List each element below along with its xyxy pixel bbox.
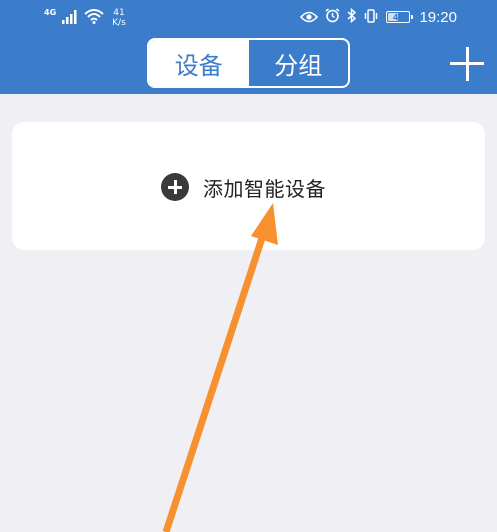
app-header: 4G 41 K/s 43 19:20 设备 分组 (0, 0, 497, 94)
status-bar: 4G 41 K/s 43 19:20 (0, 0, 497, 34)
battery-icon: 43 (386, 11, 414, 23)
tab-groups[interactable]: 分组 (249, 40, 349, 86)
battery-level: 43 (392, 12, 405, 22)
status-bar-left: 4G 41 K/s (44, 5, 126, 31)
network-type-label: 4G (44, 7, 57, 17)
segmented-tabs: 设备 分组 (147, 38, 350, 88)
plus-circle-icon (161, 173, 189, 201)
signal-icon (62, 9, 78, 28)
status-bar-right: 43 19:20 (300, 5, 457, 29)
screen: 4G 41 K/s 43 19:20 设备 分组 添加智能设备 (0, 0, 497, 532)
tab-devices[interactable]: 设备 (149, 40, 249, 86)
wifi-icon (84, 8, 104, 28)
add-button[interactable] (447, 44, 487, 84)
arrow-shaft (162, 230, 268, 532)
alarm-icon (325, 7, 340, 27)
vibrate-icon (363, 8, 379, 27)
eye-icon (300, 8, 319, 27)
net-speed: 41 K/s (112, 8, 126, 28)
net-speed-unit: K/s (112, 18, 126, 28)
net-speed-value: 41 (113, 8, 125, 18)
add-device-button[interactable]: 添加智能设备 (161, 173, 326, 201)
status-time: 19:20 (419, 8, 457, 26)
bluetooth-icon (347, 7, 357, 27)
add-device-label: 添加智能设备 (203, 176, 326, 201)
